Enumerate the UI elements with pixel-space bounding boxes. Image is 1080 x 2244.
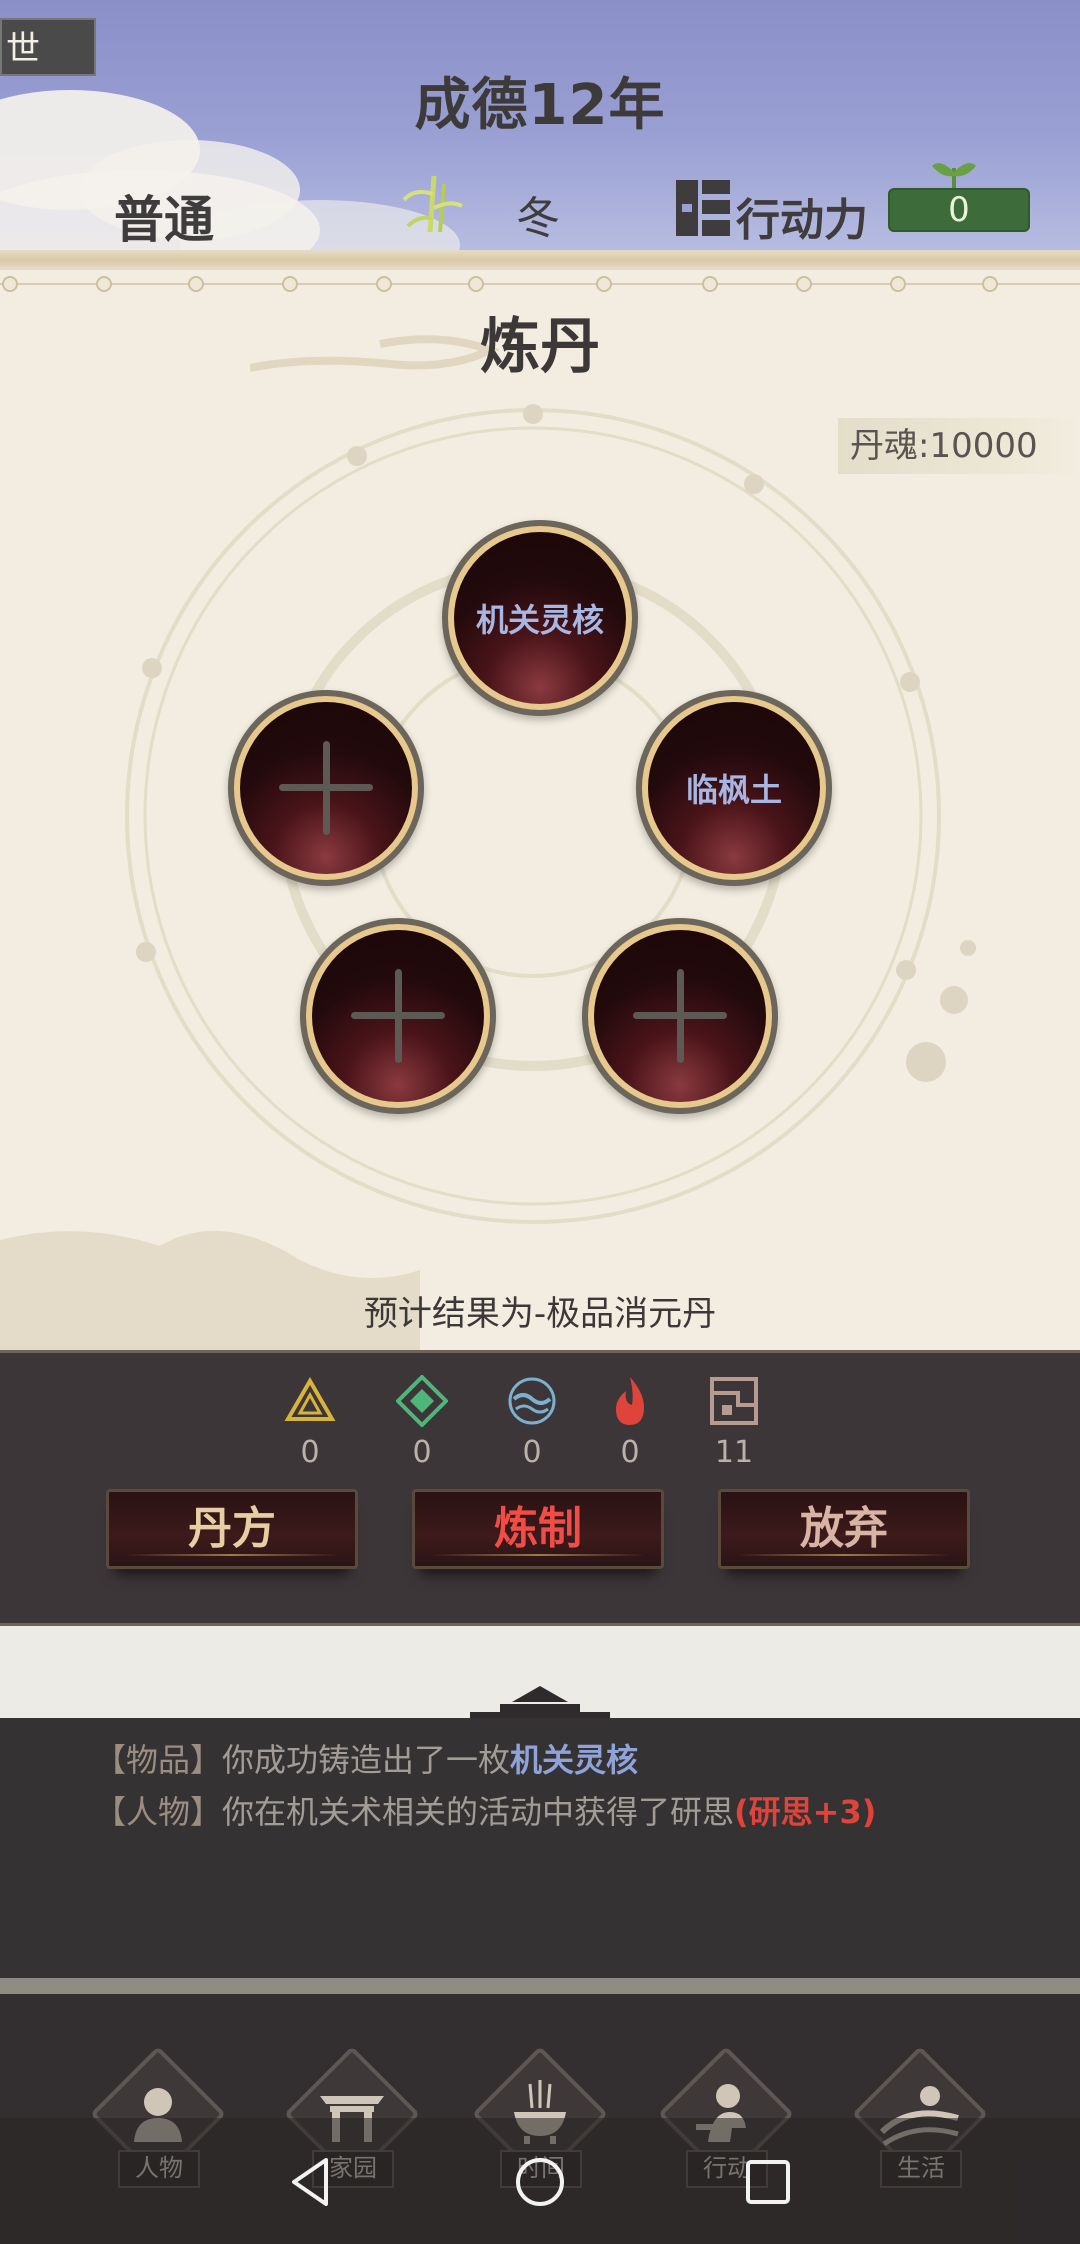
ingredient-slot-bottom-right[interactable] <box>582 918 778 1114</box>
pavilion-roof-icon <box>470 1686 610 1720</box>
top-status-bar: 世 成德12年 普通 冬 行动力 0 <box>0 0 1080 250</box>
ingredient-slot-label: 临枫土 <box>648 702 820 874</box>
decorative-dots <box>0 276 1080 292</box>
metal-element-icon <box>710 1377 758 1425</box>
log-tag: 【人物】 <box>94 1793 223 1831</box>
element-count: 11 <box>714 1435 754 1470</box>
plus-icon <box>633 969 727 1063</box>
log-tag: 【物品】 <box>94 1741 223 1779</box>
control-panel: 0 0 0 0 11 丹方 炼制 放弃 <box>0 1350 1080 1626</box>
season-label: 冬 <box>516 193 560 244</box>
action-points-label: 行动力 <box>736 195 868 246</box>
recent-apps-icon[interactable] <box>738 2152 798 2212</box>
year-title: 成德12年 <box>414 73 666 138</box>
ingredient-slot-bottom-left[interactable] <box>300 918 496 1114</box>
plus-icon <box>351 969 445 1063</box>
element-count: 0 <box>522 1435 542 1470</box>
difficulty-label: 普通 <box>114 191 214 249</box>
sprout-icon <box>932 163 976 190</box>
log-scrollbar[interactable] <box>0 1978 1080 1994</box>
element-count: 0 <box>300 1435 320 1470</box>
log-text: 你成功铸造出了一枚 <box>222 1741 511 1779</box>
log-highlight: 机关灵核 <box>510 1741 639 1779</box>
element-water: 0 <box>492 1375 572 1470</box>
log-entry: 【人物】你在机关术相关的活动中获得了研思(研思+3) <box>94 1786 1080 1838</box>
element-count: 0 <box>620 1435 640 1470</box>
abandon-button[interactable]: 放弃 <box>718 1489 970 1569</box>
bamboo-icon <box>402 175 463 233</box>
element-metal: 11 <box>694 1375 774 1470</box>
action-points-icon <box>676 180 730 236</box>
diamond-element-icon <box>396 1375 448 1427</box>
ingredient-slot-top[interactable]: 机关灵核 <box>442 520 638 716</box>
log-header-band <box>0 1626 1080 1720</box>
log-highlight: (研思+3) <box>734 1793 877 1831</box>
forecast-result: 预计结果为-极品消元丹 <box>363 1294 717 1334</box>
plus-icon <box>279 741 373 835</box>
fire-element-icon <box>616 1377 644 1425</box>
log-text: 你在机关术相关的活动中获得了研思 <box>222 1793 735 1831</box>
ingredient-slot-label: 机关灵核 <box>454 532 626 704</box>
back-icon[interactable] <box>282 2152 342 2212</box>
system-navigation-bar <box>0 2118 1080 2244</box>
panel-title: 炼丹 <box>480 312 600 382</box>
ingredient-slot-left[interactable] <box>228 690 424 886</box>
triangle-element-icon <box>284 1377 336 1421</box>
element-wood: 0 <box>382 1375 462 1470</box>
panel-border <box>0 250 1080 270</box>
action-points-value: 0 <box>888 188 1030 232</box>
home-icon[interactable] <box>510 2152 570 2212</box>
alchemy-panel: 炼丹 丹魂:10000 机关灵核 临枫土 预计结果为-极品消元丹 <box>0 250 1080 1390</box>
element-fire: 0 <box>590 1375 670 1470</box>
element-earth: 0 <box>270 1375 350 1470</box>
water-element-icon <box>508 1377 556 1425</box>
event-log: 【物品】你成功铸造出了一枚机关灵核 【人物】你在机关术相关的活动中获得了研思(研… <box>0 1718 1080 1978</box>
refine-button[interactable]: 炼制 <box>412 1489 664 1569</box>
ingredient-slot-right[interactable]: 临枫土 <box>636 690 832 886</box>
element-count: 0 <box>412 1435 432 1470</box>
recipe-button[interactable]: 丹方 <box>106 1489 358 1569</box>
log-entry: 【物品】你成功铸造出了一枚机关灵核 <box>94 1734 1080 1786</box>
